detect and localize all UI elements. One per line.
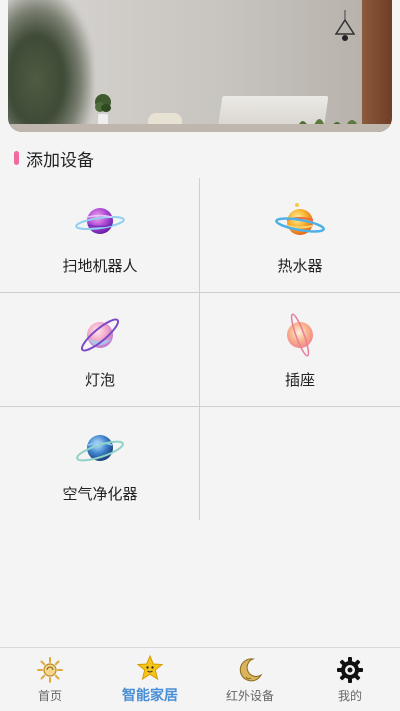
nav-label: 我的 xyxy=(337,688,362,703)
bottom-nav: 首页 智能家居 红外设备 我的 xyxy=(0,647,400,711)
section-title: 添加设备 xyxy=(26,150,94,171)
banner-door-decor xyxy=(362,0,392,132)
device-label: 插座 xyxy=(284,370,315,389)
banner-lamp-decor xyxy=(334,10,356,41)
section-accent-bar xyxy=(14,151,19,165)
pink-planet-icon xyxy=(80,318,120,351)
device-water-heater[interactable]: 热水器 xyxy=(200,178,400,292)
device-label: 热水器 xyxy=(277,256,323,275)
nav-label: 首页 xyxy=(37,688,62,703)
gear-icon xyxy=(337,656,363,683)
device-socket[interactable]: 插座 xyxy=(200,292,400,406)
device-light-bulb[interactable]: 灯泡 xyxy=(0,292,200,406)
device-label: 扫地机器人 xyxy=(62,256,138,275)
purple-planet-icon xyxy=(75,207,125,234)
nav-label: 智能家居 xyxy=(122,688,178,704)
nav-label: 红外设备 xyxy=(225,688,274,703)
nav-smart-home[interactable]: 智能家居 xyxy=(100,648,200,711)
orange-planet-icon xyxy=(275,202,325,235)
device-grid: 扫地机器人 热水器 灯泡 插座 空气净化器 xyxy=(0,178,400,520)
nav-mine[interactable]: 我的 xyxy=(300,648,400,711)
device-robot-vacuum[interactable]: 扫地机器人 xyxy=(0,178,200,292)
nav-infrared[interactable]: 红外设备 xyxy=(200,648,300,711)
banner-plant-decor xyxy=(8,0,93,132)
home-banner xyxy=(8,0,392,132)
nav-home[interactable]: 首页 xyxy=(0,648,100,711)
moon-icon xyxy=(239,657,263,681)
device-air-purifier[interactable]: 空气净化器 xyxy=(0,406,200,520)
banner-floor-decor xyxy=(8,124,392,132)
peach-planet-icon xyxy=(287,313,313,356)
star-icon xyxy=(136,654,164,681)
device-label: 空气净化器 xyxy=(62,484,138,503)
device-label: 灯泡 xyxy=(84,370,115,389)
blue-planet-icon xyxy=(76,434,124,461)
section-header: 添加设备 xyxy=(14,146,94,171)
sun-icon xyxy=(37,656,63,683)
